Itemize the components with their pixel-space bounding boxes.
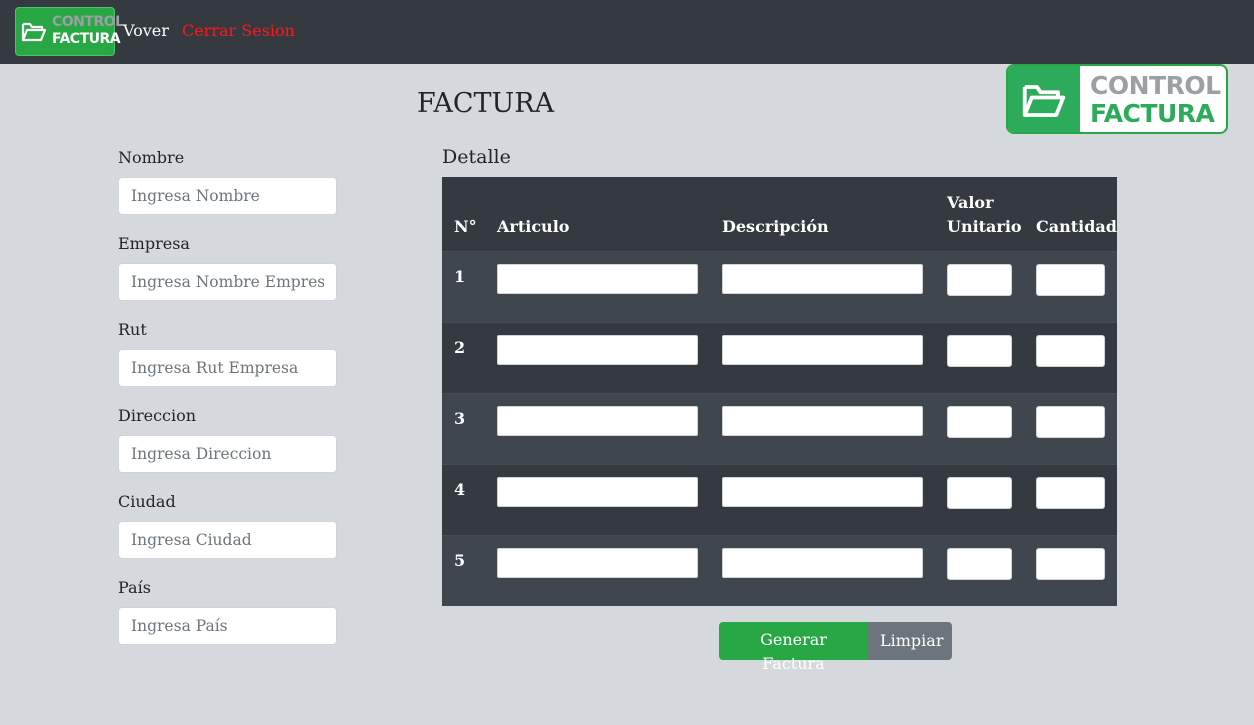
valor-unitario-input[interactable] — [947, 263, 1012, 296]
valor-unitario-input[interactable] — [947, 334, 1012, 367]
empresa-label: Empresa — [118, 234, 190, 253]
table-row: 1 — [442, 250, 1117, 322]
rut-label: Rut — [118, 320, 147, 339]
detail-table: N° Articulo Descripción Valor Unitario C… — [442, 177, 1117, 606]
articulo-input[interactable] — [497, 263, 698, 294]
ciudad-label: Ciudad — [118, 492, 176, 511]
empresa-input[interactable] — [118, 263, 337, 301]
row-number-cell: 3 — [442, 392, 485, 464]
cantidad-input[interactable] — [1036, 405, 1105, 438]
folder-open-icon — [1022, 85, 1066, 117]
cantidad-cell — [1024, 392, 1117, 464]
articulo-input[interactable] — [497, 334, 698, 365]
pais-label: País — [118, 578, 151, 597]
client-form: Nombre Empresa Rut Direccion Ciudad País — [118, 146, 338, 662]
cantidad-cell — [1024, 250, 1117, 322]
clear-button[interactable]: Limpiar — [868, 622, 952, 660]
form-group-pais: País — [118, 576, 338, 662]
cantidad-cell — [1024, 321, 1117, 393]
logout-link[interactable]: Cerrar Sesion — [182, 21, 295, 41]
table-header-row: N° Articulo Descripción Valor Unitario C… — [442, 177, 1117, 252]
descripcion-input[interactable] — [722, 263, 923, 294]
direccion-input[interactable] — [118, 435, 337, 473]
articulo-cell — [485, 321, 710, 393]
valor-cell — [935, 463, 1024, 535]
rut-input[interactable] — [118, 349, 337, 387]
folder-open-icon — [21, 22, 47, 42]
table-row: 2 — [442, 321, 1117, 393]
table-row: 4 — [442, 463, 1117, 535]
cantidad-input[interactable] — [1036, 547, 1105, 580]
row-number-cell: 5 — [442, 534, 485, 606]
articulo-cell — [485, 534, 710, 606]
form-group-nombre: Nombre — [118, 146, 338, 232]
descripcion-input[interactable] — [722, 405, 923, 436]
nombre-input[interactable] — [118, 177, 337, 215]
navbar-logo-line1: CONTROL — [52, 14, 124, 30]
row-number: 4 — [454, 479, 466, 499]
column-header-cantidad: Cantidad — [1024, 177, 1117, 252]
row-number-cell: 4 — [442, 463, 485, 535]
valor-cell — [935, 392, 1024, 464]
cantidad-cell — [1024, 534, 1117, 606]
descripcion-cell — [710, 250, 935, 322]
column-header-valor-unitario: Valor Unitario — [935, 177, 1024, 252]
valor-cell — [935, 321, 1024, 393]
valor-unitario-input[interactable] — [947, 547, 1012, 580]
descripcion-cell — [710, 321, 935, 393]
cantidad-cell — [1024, 463, 1117, 535]
articulo-cell — [485, 463, 710, 535]
row-number: 1 — [454, 266, 466, 286]
pais-input[interactable] — [118, 607, 337, 645]
navbar: CONTROL FACTURA Vover Cerrar Sesion — [0, 0, 1254, 64]
valor-cell — [935, 534, 1024, 606]
cantidad-input[interactable] — [1036, 476, 1105, 509]
direccion-label: Direccion — [118, 406, 197, 425]
brand-logo-text: CONTROL FACTURA — [1090, 72, 1221, 128]
form-group-rut: Rut — [118, 318, 338, 404]
descripcion-input[interactable] — [722, 547, 923, 578]
descripcion-input[interactable] — [722, 476, 923, 507]
nombre-label: Nombre — [118, 148, 185, 167]
form-group-ciudad: Ciudad — [118, 490, 338, 576]
descripcion-cell — [710, 463, 935, 535]
articulo-input[interactable] — [497, 476, 698, 507]
generate-invoice-button[interactable]: Generar Factura — [719, 622, 868, 673]
descripcion-cell — [710, 392, 935, 464]
back-link[interactable]: Vover — [123, 21, 169, 41]
cantidad-input[interactable] — [1036, 263, 1105, 296]
page-title: FACTURA — [417, 88, 555, 119]
navbar-logo-line2: FACTURA — [52, 31, 121, 47]
brand-logo: CONTROL FACTURA — [1006, 64, 1228, 134]
column-header-descripcion: Descripción — [710, 177, 935, 252]
articulo-input[interactable] — [497, 405, 698, 436]
detail-title: Detalle — [442, 146, 511, 168]
row-number: 5 — [454, 550, 466, 570]
row-number: 2 — [454, 337, 466, 357]
brand-logo-line1: CONTROL — [1090, 71, 1221, 100]
row-number-cell: 1 — [442, 250, 485, 322]
cantidad-input[interactable] — [1036, 334, 1105, 367]
articulo-cell — [485, 392, 710, 464]
descripcion-input[interactable] — [722, 334, 923, 365]
descripcion-cell — [710, 534, 935, 606]
ciudad-input[interactable] — [118, 521, 337, 559]
valor-cell — [935, 250, 1024, 322]
table-row: 5 — [442, 534, 1117, 606]
column-header-articulo: Articulo — [485, 177, 710, 252]
row-number-cell: 2 — [442, 321, 485, 393]
column-header-num: N° — [442, 177, 485, 252]
navbar-logo[interactable]: CONTROL FACTURA — [15, 7, 124, 56]
articulo-input[interactable] — [497, 547, 698, 578]
valor-unitario-input[interactable] — [947, 405, 1012, 438]
table-row: 3 — [442, 392, 1117, 464]
brand-logo-line2: FACTURA — [1090, 99, 1215, 128]
form-group-empresa: Empresa — [118, 232, 338, 318]
row-number: 3 — [454, 408, 466, 428]
valor-unitario-input[interactable] — [947, 476, 1012, 509]
navbar-logo-text: CONTROL FACTURA — [52, 14, 124, 48]
form-group-direccion: Direccion — [118, 404, 338, 490]
articulo-cell — [485, 250, 710, 322]
